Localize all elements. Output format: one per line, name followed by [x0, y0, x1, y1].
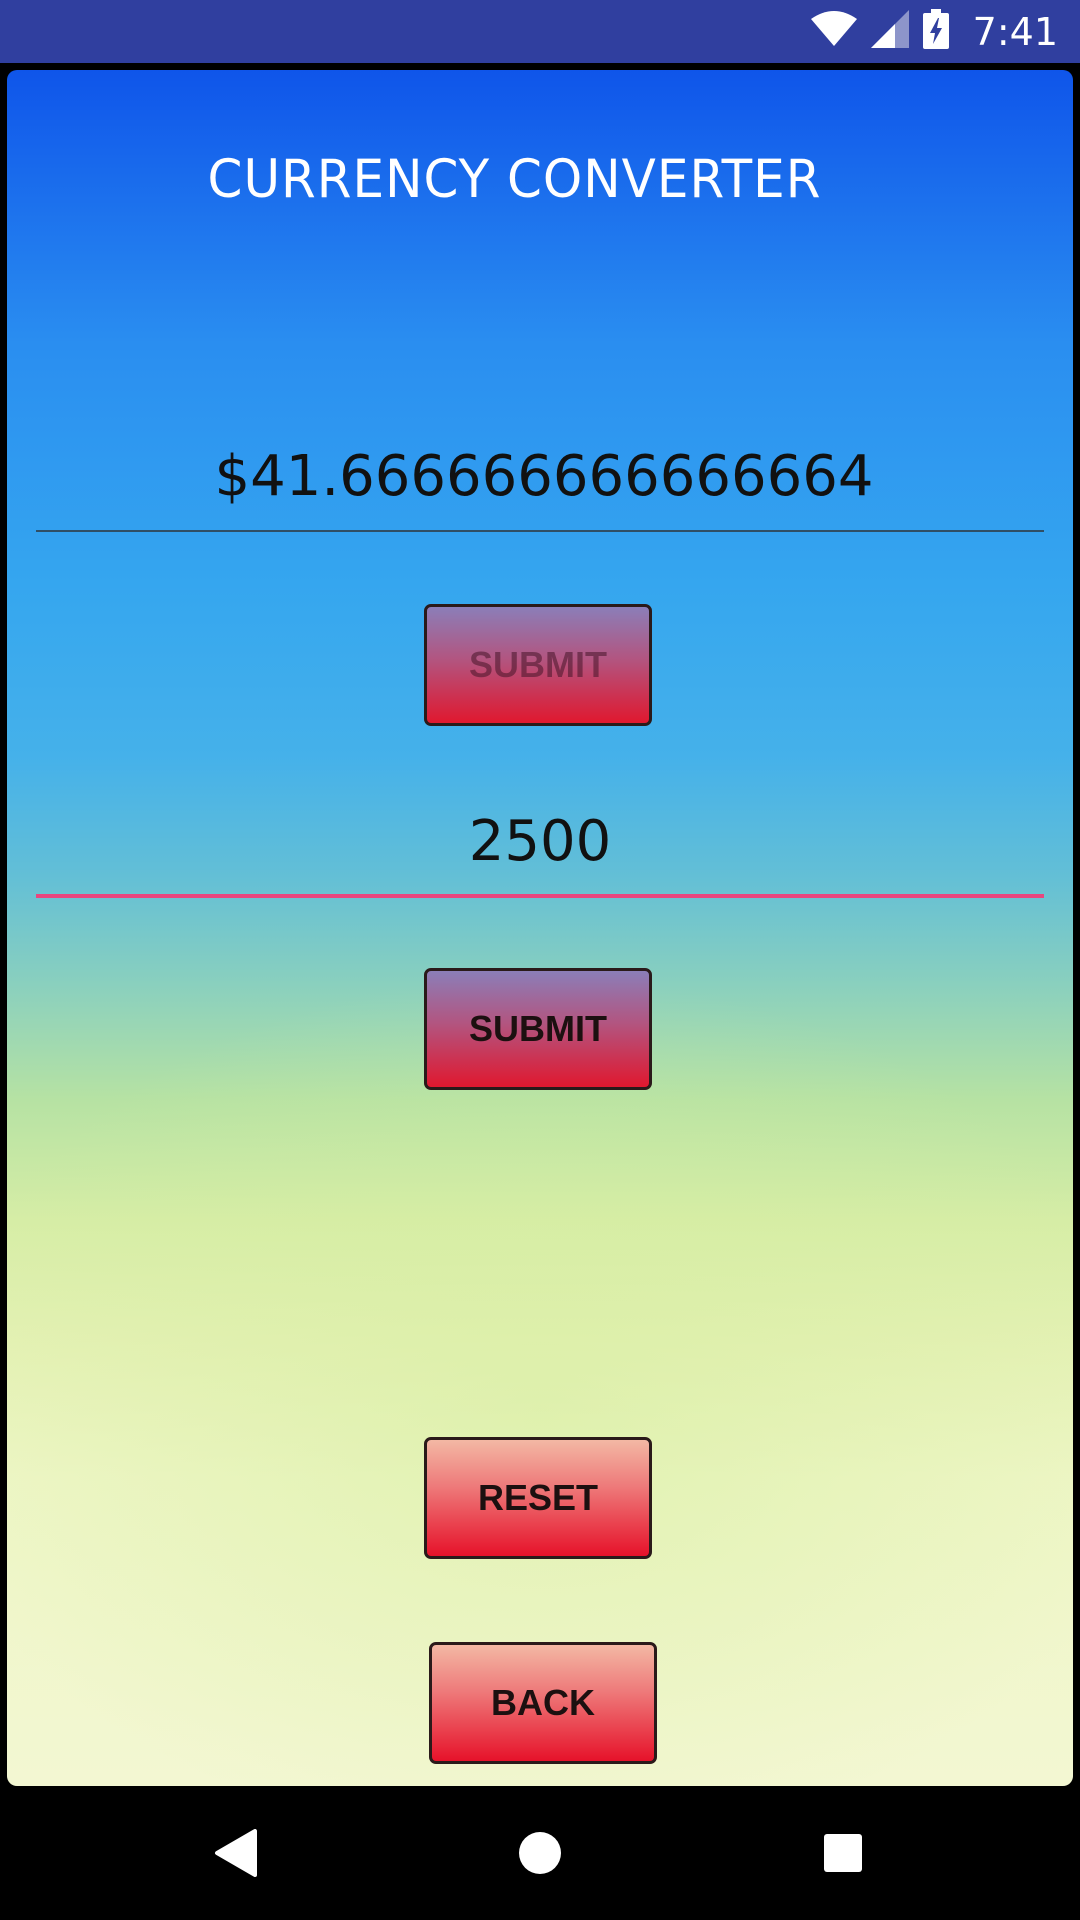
back-button-label: BACK [491, 1682, 595, 1723]
reset-button[interactable]: RESET [424, 1437, 652, 1559]
amount-value: 2500 [468, 809, 612, 874]
app-screen: CURRENCY CONVERTER $41.666666666666664 S… [7, 70, 1073, 1786]
wifi-icon [810, 11, 857, 52]
navigation-bar [0, 1786, 1080, 1920]
result-value: $41.666666666666664 [214, 444, 874, 509]
status-time: 7:41 [972, 9, 1058, 54]
submit-button-label: SUBMIT [469, 1008, 607, 1049]
submit-button-amount[interactable]: SUBMIT [424, 968, 652, 1090]
reset-button-label: RESET [477, 1477, 599, 1518]
page-title: CURRENCY CONVERTER [207, 148, 822, 210]
submit-button-result[interactable]: SUBMIT [424, 604, 652, 726]
recents-square-icon[interactable] [810, 1820, 876, 1886]
submit-button-label: SUBMIT [469, 644, 607, 685]
back-button[interactable]: BACK [429, 1642, 657, 1764]
back-triangle-icon[interactable] [202, 1820, 268, 1886]
home-circle-icon[interactable] [507, 1820, 573, 1886]
result-underline [36, 530, 1044, 532]
signal-icon [870, 10, 909, 53]
status-icons: 7:41 [810, 0, 1058, 63]
amount-underline [36, 894, 1044, 898]
status-bar: 7:41 [0, 0, 1080, 63]
amount-input[interactable]: 2500 [36, 807, 1044, 898]
result-field[interactable]: $41.666666666666664 [36, 442, 1044, 532]
battery-charging-icon [922, 9, 949, 54]
